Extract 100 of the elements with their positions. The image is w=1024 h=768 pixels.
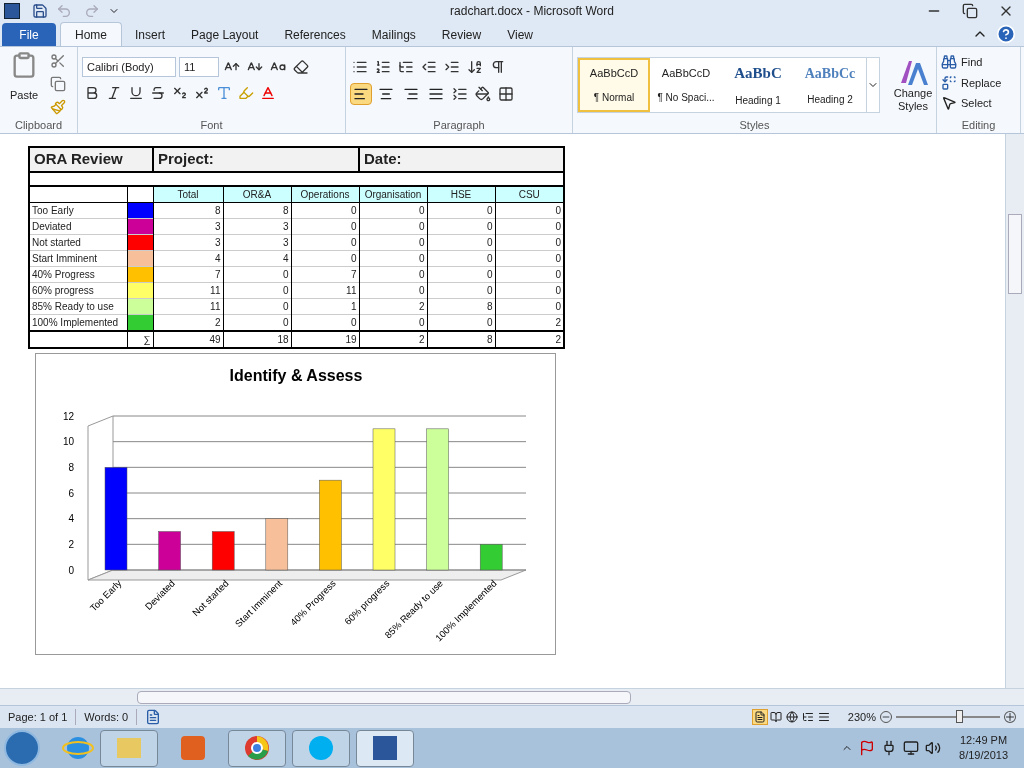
- table-cell: 8: [427, 298, 495, 314]
- table-cell: 0: [427, 202, 495, 218]
- ribbon-tab[interactable]: Home: [60, 22, 122, 46]
- sort-icon[interactable]: [467, 59, 483, 75]
- horizontal-scrollbar[interactable]: [0, 688, 1024, 705]
- table-cell: 19: [291, 330, 359, 348]
- restore-button[interactable]: [962, 3, 978, 19]
- table-cell: 8: [153, 202, 223, 218]
- style-item[interactable]: AaBbCc Heading 2: [794, 58, 866, 112]
- table-cell: 3: [223, 218, 291, 234]
- proofing-icon[interactable]: [145, 709, 162, 725]
- ribbon-tab[interactable]: View: [494, 23, 546, 46]
- text-effects-icon[interactable]: [216, 85, 232, 101]
- ribbon-tab[interactable]: Page Layout: [178, 23, 272, 46]
- font-size-field[interactable]: 11: [179, 57, 219, 77]
- superscript-icon[interactable]: [194, 85, 210, 101]
- table-cell: 0: [427, 266, 495, 282]
- table-cell: 0: [291, 218, 359, 234]
- shading-icon[interactable]: [475, 86, 491, 102]
- chart-title: Identify & Assess: [229, 366, 363, 384]
- table-cell: 0: [223, 314, 291, 331]
- change-styles-button[interactable]: Change Styles: [888, 57, 938, 113]
- vertical-scrollbar[interactable]: [1005, 134, 1024, 688]
- table-cell: 8: [427, 330, 495, 348]
- word-count[interactable]: Words: 0: [76, 708, 138, 726]
- ribbon-tab[interactable]: References: [271, 23, 359, 46]
- style-item[interactable]: AaBbC Heading 1: [722, 58, 794, 112]
- window-title: radchart.docx - Microsoft Word: [450, 3, 614, 20]
- table-cell: 0: [359, 266, 427, 282]
- style-item[interactable]: AaBbCcD ¶ No Spaci...: [650, 58, 722, 112]
- table-cell: 2: [359, 298, 427, 314]
- taskbar-item[interactable]: [228, 729, 286, 767]
- zoom-slider-thumb[interactable]: [956, 710, 964, 723]
- table-cell: 0: [359, 282, 427, 298]
- table-cell: 4: [223, 250, 291, 266]
- strikethrough-icon[interactable]: [150, 85, 166, 101]
- subscript-icon[interactable]: [172, 85, 188, 101]
- table-cell: 11: [153, 282, 223, 298]
- ribbon-tab[interactable]: Insert: [122, 23, 179, 46]
- cut-icon[interactable]: [50, 53, 66, 69]
- bullets-icon[interactable]: [352, 59, 368, 75]
- paste-button[interactable]: Paste: [4, 51, 44, 117]
- font-color-icon[interactable]: [260, 85, 276, 101]
- action-center-icon[interactable]: [859, 740, 876, 756]
- borders-icon[interactable]: [498, 86, 514, 102]
- table-cell: 1: [291, 298, 359, 314]
- ribbon-tab[interactable]: Review: [428, 23, 495, 46]
- bold-icon[interactable]: [84, 85, 100, 101]
- table-cell: 0: [427, 282, 495, 298]
- table-cell: 49: [153, 330, 223, 348]
- table-cell: 0: [223, 298, 291, 314]
- row-label: 60% progress: [29, 282, 127, 298]
- replace-button[interactable]: Replace: [941, 74, 1002, 91]
- numbering-icon[interactable]: [375, 59, 391, 75]
- round-logo-icon[interactable]: [244, 735, 270, 761]
- clear-formatting-icon[interactable]: [293, 59, 309, 75]
- ribbon-tab[interactable]: Mailings: [358, 23, 429, 46]
- help-icon[interactable]: [996, 24, 1016, 44]
- find-button[interactable]: Find: [941, 54, 1002, 71]
- chart-bar: [265, 517, 289, 570]
- table-cell: 0: [291, 234, 359, 250]
- row-label: 85% Ready to use: [29, 298, 127, 314]
- table-cell: 0: [495, 282, 564, 298]
- select-button[interactable]: Select: [941, 95, 1002, 112]
- clock[interactable]: 12:49 PM 8/19/2013: [959, 733, 1008, 763]
- binoculars-icon[interactable]: [941, 54, 957, 71]
- table-cell: 2: [359, 330, 427, 348]
- line-spacing-icon[interactable]: [452, 86, 468, 102]
- chart-bar: [211, 530, 235, 570]
- replace-icon[interactable]: [941, 74, 957, 91]
- page-count[interactable]: Page: 1 of 1: [0, 708, 77, 726]
- table-cell: 7: [153, 266, 223, 282]
- zoom-level[interactable]: 230%: [847, 708, 876, 726]
- show-marks-icon[interactable]: [490, 59, 506, 75]
- style-item[interactable]: AaBbCcD ¶ Normal: [578, 58, 650, 112]
- copy-icon[interactable]: [50, 76, 66, 92]
- network-icon[interactable]: [903, 740, 920, 756]
- table-title: ORA Review: [29, 147, 153, 172]
- italic-icon[interactable]: [106, 85, 122, 101]
- table-cell: 4: [153, 250, 223, 266]
- table-cell: 3: [153, 234, 223, 250]
- multilevel-list-icon[interactable]: [398, 59, 414, 75]
- taskbar-item[interactable]: [356, 729, 414, 767]
- group-label: Styles: [739, 117, 770, 133]
- row-label: Too Early: [29, 202, 127, 218]
- file-tab[interactable]: File: [2, 23, 56, 46]
- volume-icon[interactable]: [925, 740, 942, 756]
- pointer-icon[interactable]: [941, 95, 957, 112]
- group-label: Clipboard: [14, 117, 63, 133]
- table-cell: 0: [291, 314, 359, 331]
- decrease-indent-icon[interactable]: [421, 59, 437, 75]
- underline-icon[interactable]: [128, 85, 144, 101]
- table-cell: 0: [495, 218, 564, 234]
- table-cell: 7: [291, 266, 359, 282]
- start-button[interactable]: [4, 730, 40, 766]
- zoom-slider[interactable]: [896, 710, 1000, 724]
- save-icon[interactable]: [32, 3, 48, 19]
- increase-indent-icon[interactable]: [444, 59, 460, 75]
- font-name-field[interactable]: Calibri (Body): [82, 57, 176, 77]
- date-label: Date:: [359, 147, 564, 172]
